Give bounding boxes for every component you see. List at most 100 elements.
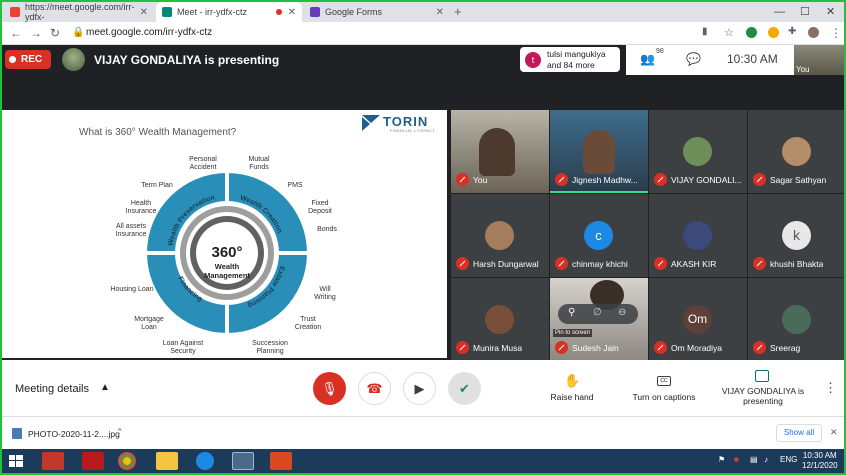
participant-video	[583, 130, 615, 174]
meeting-details-button[interactable]: Meeting details	[15, 383, 89, 395]
pin-icon[interactable]: ⚲	[568, 307, 575, 318]
self-view-thumbnail[interactable]: You	[794, 45, 844, 75]
tray-language[interactable]: ENG	[780, 455, 797, 464]
slide-title: What is 360° Wealth Management?	[79, 127, 237, 138]
brand-subtitle: FINANCIAL LITERACY	[390, 129, 436, 133]
chrome-window-active-icon[interactable]	[232, 452, 254, 470]
participant-tile[interactable]: c chinmay khichi	[550, 194, 648, 277]
camera-toggle-button[interactable]: ▶	[403, 372, 436, 405]
participant-tile[interactable]: Harsh Dungarwal	[451, 194, 549, 277]
close-window-icon[interactable]: ✕	[826, 2, 835, 22]
tab-forms[interactable]: Google Forms ✕	[304, 2, 450, 22]
acrobat-icon[interactable]	[82, 452, 104, 470]
close-download-bar-icon[interactable]: ✕	[830, 427, 838, 438]
tab-title: https://meet.google.com/irr-ydfx-	[25, 2, 135, 22]
file-explorer-icon[interactable]	[156, 452, 178, 470]
participant-tile[interactable]: Sreerag	[748, 278, 844, 361]
forward-icon[interactable]: →	[30, 26, 42, 40]
leave-call-button[interactable]: ☎	[358, 372, 391, 405]
participant-tile[interactable]: Om Om Moradiya	[649, 278, 747, 361]
participant-tile[interactable]: Sagar Sathyan	[748, 110, 844, 193]
label-housing-loan: Housing Loan	[110, 286, 154, 293]
chat-icon[interactable]: 💬	[686, 52, 701, 66]
extension-check-button[interactable]: ✔	[448, 372, 481, 405]
powerpoint-icon[interactable]	[270, 452, 292, 470]
joined-notification[interactable]: t tulsi mangukiya and 84 more	[520, 47, 620, 72]
extension-icon[interactable]	[768, 27, 779, 38]
participant-tile[interactable]: k khushi Bhakta	[748, 194, 844, 277]
url-field[interactable]: meet.google.com/irr-ydfx-ctz	[86, 27, 212, 38]
wheel-center-big: 360°	[211, 244, 242, 261]
tab-strip: https://meet.google.com/irr-ydfx- ✕ Meet…	[2, 2, 844, 22]
video-camera-icon: ▶	[414, 380, 425, 396]
mic-off-icon	[555, 257, 568, 270]
mute-icon[interactable]: ∅	[593, 307, 602, 318]
participant-tile[interactable]: Jignesh Madhw...	[550, 110, 648, 193]
new-tab-button[interactable]: +	[454, 4, 462, 19]
presentation-slide: What is 360° Wealth Management? TORIN FI…	[2, 110, 447, 358]
windows-start-icon[interactable]	[6, 452, 26, 470]
participant-avatar	[782, 137, 811, 166]
tab-gmail[interactable]: https://meet.google.com/irr-ydfx- ✕	[4, 2, 154, 22]
joined-more: and 84 more	[547, 60, 595, 70]
label-succession-planning: Succession Planning	[252, 340, 288, 355]
tab-meet[interactable]: Meet - irr-ydfx-ctz ✕	[156, 2, 302, 22]
participant-avatar	[782, 305, 811, 334]
chrome-icon[interactable]	[118, 452, 136, 470]
raise-hand-icon[interactable]: ✋	[564, 373, 580, 389]
meet-top-bar: REC VIJAY GONDALIYA is presenting t tuls…	[2, 45, 844, 75]
puzzle-icon[interactable]: ✚	[788, 26, 796, 37]
people-icon[interactable]: 👥	[640, 52, 655, 66]
internet-explorer-icon[interactable]	[196, 452, 214, 470]
app-icon-media[interactable]	[42, 452, 64, 470]
reload-icon[interactable]: ↻	[50, 26, 60, 40]
maximize-icon[interactable]: ☐	[800, 2, 810, 22]
tray-volume-icon[interactable]: ♪	[764, 455, 768, 464]
participant-tile[interactable]: You	[451, 110, 549, 193]
chevron-down-icon[interactable]: ⌃	[116, 427, 124, 438]
chevron-up-icon[interactable]: ▲	[100, 382, 110, 393]
participant-tile[interactable]: ⚲ ∅ ⊖ Pin to screen Sudesh Jain	[550, 278, 648, 361]
tab-title: Meet - irr-ydfx-ctz	[177, 7, 248, 17]
check-icon: ✔	[459, 380, 470, 396]
lock-icon[interactable]: 🔒	[72, 27, 84, 38]
download-filename[interactable]: PHOTO-2020-11-2....jpg	[28, 429, 120, 439]
raise-hand-label[interactable]: Raise hand	[542, 392, 602, 402]
participant-grid: You Jignesh Madhw... VIJAY GONDALI... Sa…	[451, 110, 844, 361]
minimize-icon[interactable]: —	[774, 2, 785, 22]
present-now-icon[interactable]	[755, 370, 769, 382]
brand-name: TORIN	[383, 114, 429, 129]
wheel-center-sub2: Management	[204, 271, 250, 280]
profile-avatar[interactable]	[808, 27, 819, 38]
participant-name: Sreerag	[770, 343, 801, 353]
close-tab-icon[interactable]: ✕	[288, 7, 296, 18]
participant-tile[interactable]: Munira Musa	[451, 278, 549, 361]
tray-security-icon[interactable]: ■	[734, 455, 739, 464]
microphone-toggle-button[interactable]: 🎙	[313, 372, 346, 405]
back-icon[interactable]: ←	[10, 26, 22, 40]
captions-label[interactable]: Turn on captions	[624, 392, 704, 402]
menu-icon[interactable]: ⋮	[830, 26, 842, 40]
mic-off-icon	[654, 341, 667, 354]
mic-off-icon	[555, 173, 568, 186]
taskbar-clock[interactable]: 10:30 AM 12/1/2020	[802, 451, 838, 471]
participant-name: Harsh Dungarwal	[473, 259, 539, 269]
remove-icon[interactable]: ⊖	[618, 307, 626, 318]
star-icon[interactable]: ☆	[724, 26, 734, 39]
more-options-icon[interactable]: ⋮	[824, 380, 837, 396]
close-tab-icon[interactable]: ✕	[140, 7, 148, 18]
people-count: 98	[656, 48, 664, 55]
extension-check-icon[interactable]	[746, 27, 757, 38]
captions-icon[interactable]: CC	[657, 376, 671, 386]
participant-tile[interactable]: AKASH KIR	[649, 194, 747, 277]
presenting-status[interactable]: VIJAY GONDALIYA is presenting	[718, 386, 808, 406]
tray-network-icon[interactable]: ▤	[750, 455, 758, 464]
show-all-button[interactable]: Show all	[776, 424, 822, 442]
image-file-icon	[12, 428, 22, 439]
label-bonds: Bonds	[317, 226, 337, 233]
camera-icon[interactable]: ▮	[702, 26, 708, 37]
tray-flag-icon[interactable]: ⚑	[718, 455, 725, 464]
close-tab-icon[interactable]: ✕	[436, 7, 444, 18]
participant-name: Sagar Sathyan	[770, 175, 827, 185]
participant-tile[interactable]: VIJAY GONDALI...	[649, 110, 747, 193]
